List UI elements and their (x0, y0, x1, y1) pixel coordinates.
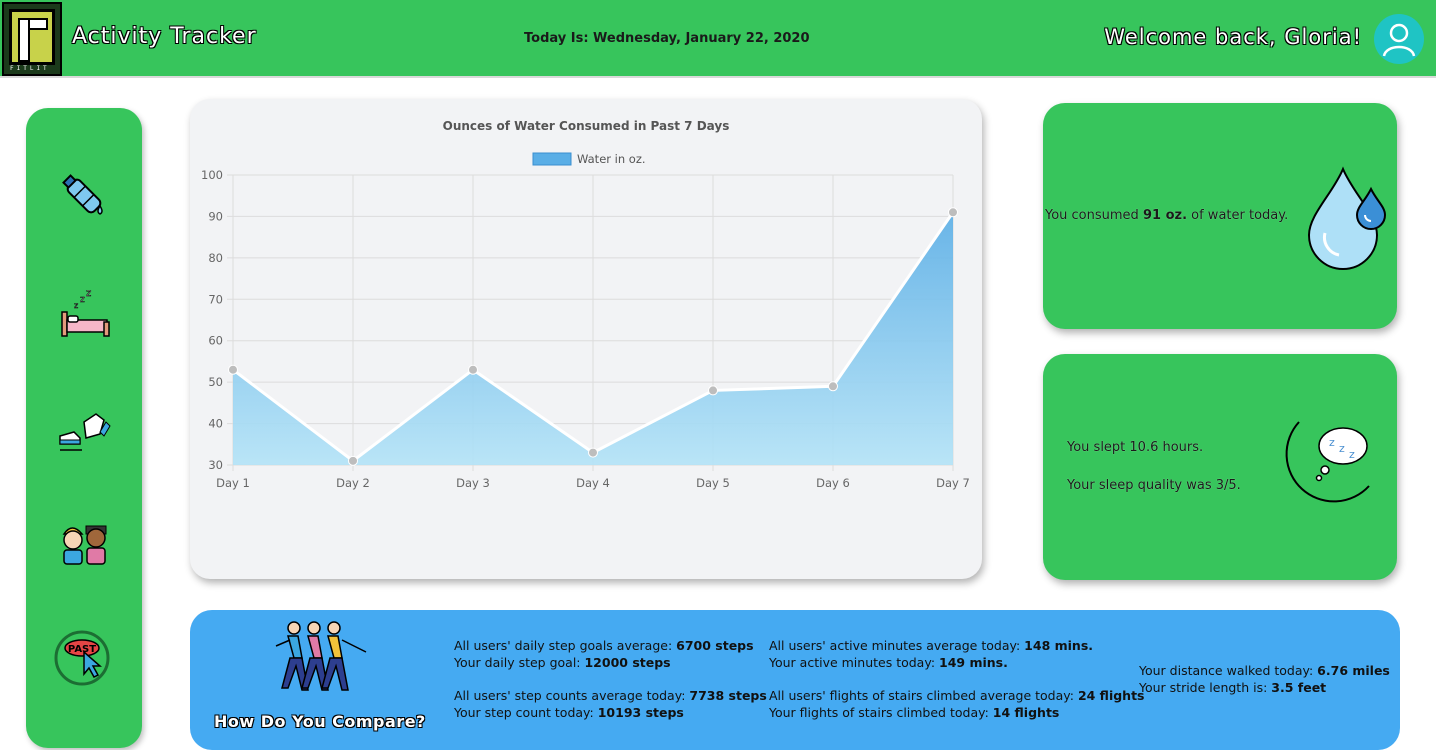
x-tick-label: Day 3 (456, 476, 490, 490)
users-icon[interactable] (54, 516, 114, 576)
logo-text: FITLIT (10, 65, 50, 72)
svg-text:PAST: PAST (68, 644, 96, 655)
y-tick-label: 60 (208, 334, 223, 348)
shoes-icon[interactable] (54, 402, 114, 462)
your-active: Your active minutes today: 149 mins. (769, 655, 1008, 670)
chart-legend[interactable]: Water in oz. (532, 152, 646, 166)
user-avatar-icon[interactable] (1374, 14, 1424, 64)
data-point[interactable] (948, 207, 958, 218)
app-title: Activity Tracker (72, 24, 257, 49)
welcome-message: Welcome back, Gloria! (1104, 25, 1362, 49)
water-today-text: You consumed 91 oz. of water today. (1045, 208, 1288, 223)
data-point[interactable] (468, 364, 478, 375)
sleep-today-card: You slept 10.6 hours. Your sleep quality… (1043, 354, 1397, 580)
water-amount: 91 oz. (1142, 208, 1188, 223)
water-chart: Ounces of Water Consumed in Past 7 Days … (201, 119, 970, 490)
your-stairs: Your flights of stairs climbed today: 14… (769, 705, 1060, 720)
water-chart-card: Ounces of Water Consumed in Past 7 Days … (190, 99, 982, 579)
steps-goal-avg: All users' daily step goals average: 670… (454, 638, 754, 653)
data-point[interactable] (348, 455, 358, 466)
y-tick-label: 90 (208, 209, 223, 223)
y-tick-label: 70 (208, 292, 223, 306)
water-drop-icon (1303, 163, 1389, 277)
water-today-card: You consumed 91 oz. of water today. (1043, 103, 1397, 329)
x-tick-label: Day 2 (336, 476, 370, 490)
app-logo: FITLIT (2, 2, 62, 76)
past-button-icon[interactable]: PAST (54, 626, 114, 686)
stairs-avg: All users' flights of stairs climbed ave… (769, 688, 1145, 703)
x-tick-label: Day 6 (816, 476, 850, 490)
x-tick-label: Day 7 (936, 476, 970, 490)
data-point[interactable] (228, 364, 238, 375)
your-steps: Your step count today: 10193 steps (454, 705, 684, 720)
chart-title: Ounces of Water Consumed in Past 7 Days (443, 119, 730, 133)
x-tick-label: Day 5 (696, 476, 730, 490)
x-tick-label: Day 4 (576, 476, 610, 490)
y-tick-label: 100 (201, 168, 223, 182)
moon-icon: z z z (1269, 416, 1375, 524)
water-text-before: You consumed (1045, 208, 1143, 223)
bed-icon[interactable]: z z z (54, 284, 114, 344)
your-step-goal: Your daily step goal: 12000 steps (454, 655, 671, 670)
data-point[interactable] (828, 381, 838, 392)
svg-text:z: z (1349, 448, 1355, 461)
water-bottle-icon[interactable] (54, 166, 114, 226)
x-tick-label: Day 1 (216, 476, 250, 490)
y-tick-label: 50 (208, 375, 223, 389)
legend-swatch (532, 152, 572, 166)
svg-text:z: z (86, 288, 91, 299)
legend-label: Water in oz. (577, 152, 646, 166)
walking-people-icon (272, 620, 372, 696)
sidebar: z z z PAST (26, 108, 142, 748)
steps-avg: All users' step counts average today: 77… (454, 688, 767, 703)
y-tick-label: 80 (208, 251, 223, 265)
svg-text:z: z (1339, 442, 1345, 455)
today-date: Today Is: Wednesday, January 22, 2020 (524, 31, 810, 46)
sleep-quality-text: Your sleep quality was 3/5. (1067, 478, 1241, 493)
svg-text:z: z (1329, 436, 1335, 449)
data-point[interactable] (708, 385, 718, 396)
svg-text:z: z (74, 301, 78, 310)
svg-text:z: z (80, 295, 85, 305)
y-tick-label: 30 (208, 458, 223, 472)
distance-walked: Your distance walked today: 6.76 miles (1139, 663, 1390, 678)
compare-title: How Do You Compare? (214, 712, 426, 731)
header: FITLIT Activity Tracker Today Is: Wednes… (0, 0, 1436, 78)
y-tick-label: 40 (208, 417, 223, 431)
sleep-hours-text: You slept 10.6 hours. (1067, 440, 1204, 455)
active-avg: All users' active minutes average today:… (769, 638, 1094, 653)
stride-length: Your stride length is: 3.5 feet (1139, 680, 1327, 695)
compare-card: How Do You Compare? All users' daily ste… (190, 610, 1400, 750)
data-point[interactable] (588, 447, 598, 458)
water-text-after: of water today. (1187, 208, 1289, 223)
